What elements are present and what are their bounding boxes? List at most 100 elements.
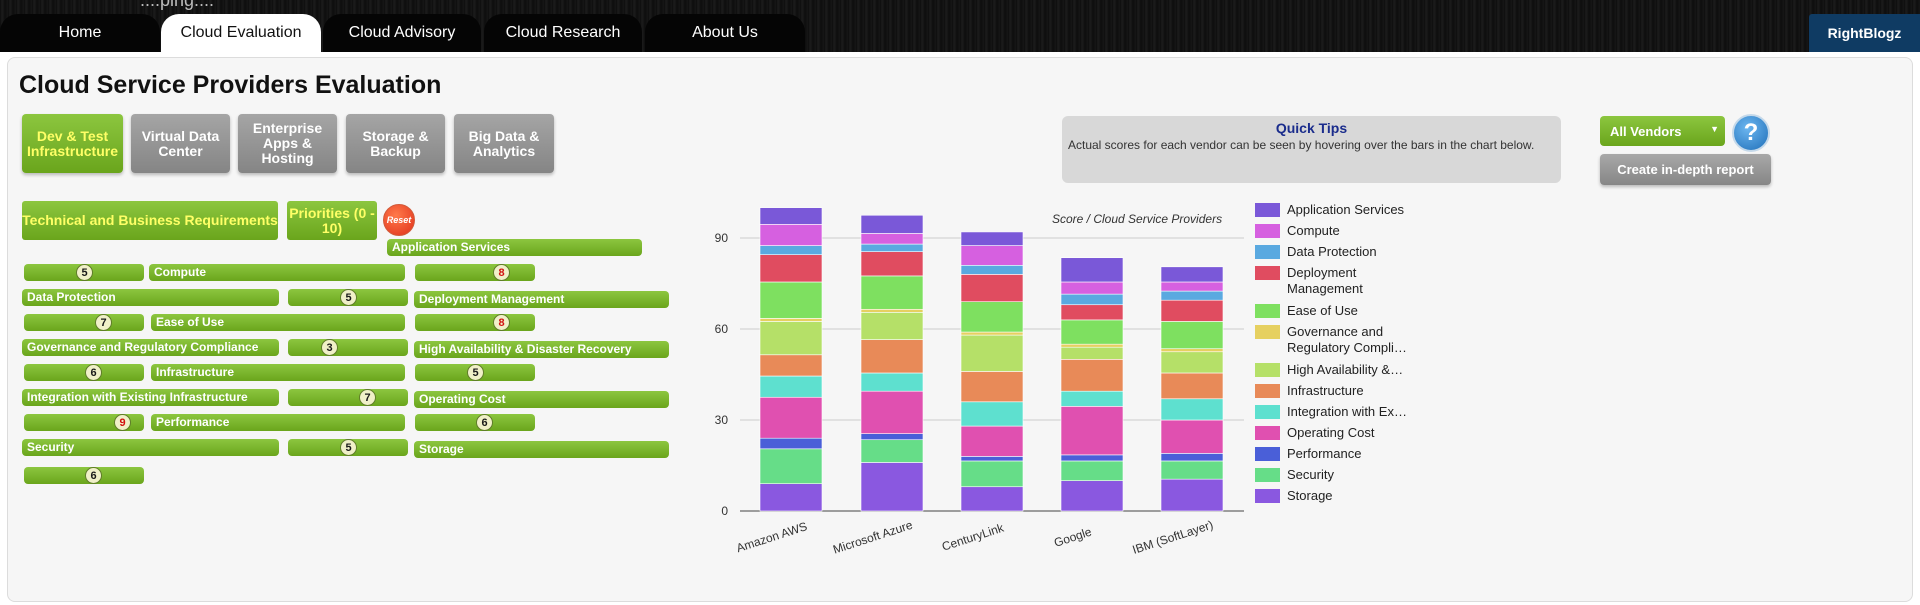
priority-slider-storage[interactable]: 6: [24, 467, 144, 484]
quick-tips-text: Actual scores for each vendor can be see…: [1068, 138, 1535, 152]
requirement-ease-of-use[interactable]: Ease of Use: [151, 314, 405, 331]
category-storage-backup-button[interactable]: Storage & Backup: [346, 114, 445, 173]
bar-segment: [860, 243, 924, 252]
legend-item[interactable]: Security: [1255, 467, 1412, 483]
bar-segment: [759, 483, 823, 512]
priority-slider-security[interactable]: 5: [288, 439, 408, 456]
category-enterprise-apps-button[interactable]: Enterprise Apps & Hosting: [238, 114, 337, 173]
category-big-data-button[interactable]: Big Data & Analytics: [454, 114, 554, 173]
priority-knob[interactable]: 7: [95, 314, 112, 331]
category-virtual-data-center-button[interactable]: Virtual Data Center: [131, 114, 230, 173]
legend-item[interactable]: Performance: [1255, 446, 1412, 462]
bar-segment: [1060, 460, 1124, 481]
bar-segment: [1060, 359, 1124, 392]
priority-knob[interactable]: 9: [114, 414, 131, 431]
legend-item[interactable]: Compute: [1255, 223, 1412, 239]
legend-item[interactable]: Integration with Ex…: [1255, 404, 1412, 420]
requirement-governance[interactable]: Governance and Regulatory Compliance: [22, 339, 279, 356]
priority-slider-compute[interactable]: 5: [24, 264, 144, 281]
bar-segment: [1160, 351, 1224, 374]
legend-item[interactable]: Deployment Management: [1255, 265, 1412, 297]
requirement-performance[interactable]: Performance: [151, 414, 405, 431]
category-dev-test-button[interactable]: Dev & Test Infrastructure: [22, 114, 123, 173]
bar-segment: [759, 224, 823, 246]
priority-slider-high-availability[interactable]: 5: [415, 364, 535, 381]
legend-swatch: [1255, 426, 1280, 440]
priority-slider-integration[interactable]: 7: [288, 389, 408, 406]
priority-knob[interactable]: 5: [467, 364, 484, 381]
priority-slider-infrastructure[interactable]: 6: [24, 364, 144, 381]
reset-button[interactable]: Reset: [383, 204, 415, 236]
legend-swatch: [1255, 363, 1280, 377]
priorities-header-button[interactable]: Priorities (0 - 10): [287, 201, 377, 240]
requirement-integration[interactable]: Integration with Existing Infrastructure: [22, 389, 279, 406]
legend-item[interactable]: Application Services: [1255, 202, 1412, 218]
requirement-operating-cost[interactable]: Operating Cost: [414, 391, 669, 408]
x-tick-label: IBM (SoftLayer): [1131, 518, 1215, 557]
priority-slider-governance[interactable]: 3: [288, 339, 408, 356]
bar-segment: [960, 265, 1024, 275]
requirement-storage[interactable]: Storage: [414, 441, 669, 458]
bar-segment: [759, 254, 823, 283]
legend-label: Data Protection: [1287, 244, 1377, 259]
bar-segment: [759, 437, 823, 450]
priority-knob[interactable]: 5: [76, 264, 93, 281]
bar-segment: [960, 456, 1024, 462]
help-icon[interactable]: ?: [1732, 114, 1770, 152]
legend-label: Ease of Use: [1287, 303, 1358, 318]
legend-item[interactable]: Data Protection: [1255, 244, 1412, 260]
legend-swatch: [1255, 304, 1280, 318]
bar-segment: [759, 375, 823, 398]
priority-knob[interactable]: 3: [321, 339, 338, 356]
legend-item[interactable]: Storage: [1255, 488, 1412, 504]
requirements-header-button[interactable]: Technical and Business Requirements: [22, 201, 278, 240]
priority-slider-data-protection[interactable]: 5: [288, 289, 408, 306]
x-tick-label: CenturyLink: [940, 520, 1006, 553]
legend-item[interactable]: High Availability &…: [1255, 362, 1412, 378]
priority-knob[interactable]: 7: [359, 389, 376, 406]
requirement-infrastructure[interactable]: Infrastructure: [151, 364, 405, 381]
nav-tab-cloud-evaluation[interactable]: Cloud Evaluation: [161, 14, 321, 52]
priority-slider-ease-of-use[interactable]: 7: [24, 314, 144, 331]
requirement-application-services[interactable]: Application Services: [387, 239, 642, 256]
nav-tab-home[interactable]: Home: [0, 14, 160, 52]
rightblogz-button[interactable]: RightBlogz: [1809, 14, 1920, 52]
priority-knob[interactable]: 8: [493, 314, 510, 331]
priority-slider-application-services[interactable]: 8: [415, 264, 535, 281]
create-report-button[interactable]: Create in-depth report: [1600, 154, 1771, 185]
bar-segment: [960, 231, 1024, 246]
requirement-high-availability[interactable]: High Availability & Disaster Recovery: [414, 341, 669, 358]
priority-knob[interactable]: 5: [340, 439, 357, 456]
bar-segment: [960, 460, 1024, 488]
nav-tab-about-us[interactable]: About Us: [645, 14, 805, 52]
priority-knob[interactable]: 6: [85, 467, 102, 484]
legend-label: Performance: [1287, 446, 1362, 461]
bar-segment: [1160, 372, 1224, 400]
nav-tab-cloud-research[interactable]: Cloud Research: [484, 14, 642, 52]
legend-item[interactable]: Governance and Regulatory Compli…: [1255, 324, 1412, 356]
x-tick-label: Microsoft Azure: [831, 518, 914, 557]
priority-knob[interactable]: 5: [340, 289, 357, 306]
vendor-select[interactable]: All Vendors ▼: [1600, 116, 1725, 146]
requirement-compute[interactable]: Compute: [149, 264, 405, 281]
legend-swatch: [1255, 468, 1280, 482]
priority-slider-operating-cost[interactable]: 6: [415, 414, 535, 431]
priority-knob[interactable]: 6: [476, 414, 493, 431]
priority-knob[interactable]: 6: [85, 364, 102, 381]
bar-segment: [1160, 453, 1224, 462]
bar-segment: [860, 372, 924, 392]
legend-item[interactable]: Ease of Use: [1255, 303, 1412, 319]
priority-slider-performance[interactable]: 9: [24, 414, 144, 431]
nav-tab-cloud-advisory[interactable]: Cloud Advisory: [323, 14, 481, 52]
bar-segment: [960, 486, 1024, 512]
bar-segment: [1160, 460, 1224, 480]
requirement-deployment-management[interactable]: Deployment Management: [414, 291, 669, 308]
bar-segment: [860, 312, 924, 340]
requirement-data-protection[interactable]: Data Protection: [22, 289, 279, 306]
bar-segment: [1060, 390, 1124, 407]
requirement-security[interactable]: Security: [22, 439, 279, 456]
legend-item[interactable]: Infrastructure: [1255, 383, 1412, 399]
legend-item[interactable]: Operating Cost: [1255, 425, 1412, 441]
priority-knob[interactable]: 8: [493, 264, 510, 281]
priority-slider-deployment-management[interactable]: 8: [415, 314, 535, 331]
